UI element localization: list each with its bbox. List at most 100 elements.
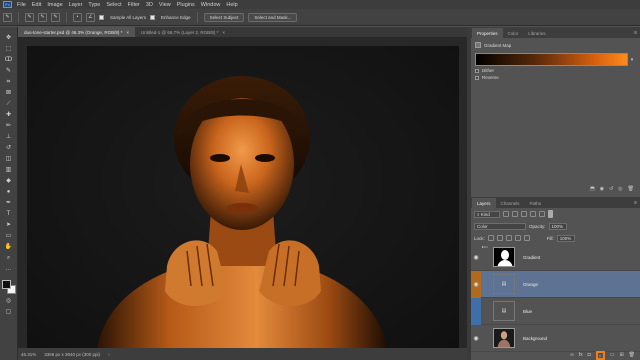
reverse-checkbox[interactable] [475,75,479,80]
zoom-tool-icon[interactable]: ⌕ [4,254,13,262]
frame-tool-icon[interactable]: ⊠ [4,89,13,97]
reverse-option[interactable]: Reverse [471,73,640,80]
lock-pixels-icon[interactable] [487,235,494,241]
sample-all-layers-checkbox[interactable] [99,14,104,20]
menu-image[interactable]: Image [47,2,62,8]
marquee-tool-icon[interactable]: ⬚ [4,45,13,53]
lock-image-icon[interactable] [496,235,503,241]
brush-size-icon[interactable]: • [73,12,82,22]
menu-filter[interactable]: Filter [128,2,140,8]
gradient-picker[interactable]: ▾ [475,53,636,66]
lock-artboard-icon[interactable] [514,235,521,241]
tab-layers[interactable]: Layers [472,198,496,208]
menu-view[interactable]: View [159,2,171,8]
brush-tool-icon[interactable]: ✏ [4,122,13,130]
menu-edit[interactable]: Edit [32,2,41,8]
menu-file[interactable]: File [17,2,26,8]
new-adjustment-layer-icon[interactable]: ◐ [595,350,605,360]
folder-icon[interactable]: ▸▭ [482,244,488,249]
smart-object-filter-icon[interactable] [539,211,545,217]
blur-tool-icon[interactable]: ◆ [4,177,13,185]
chevron-down-icon[interactable]: ▾ [628,57,636,63]
dodge-tool-icon[interactable]: ● [4,188,13,196]
filter-toggle[interactable] [548,210,553,218]
adjustment-layer-thumbnail[interactable]: ▤ [493,274,515,294]
dither-checkbox[interactable] [475,68,479,73]
path-selection-icon[interactable]: ➤ [4,221,13,229]
hand-tool-icon[interactable]: ✋ [4,243,13,251]
status-arrow-icon[interactable]: › [108,352,110,357]
layer-mask-thumbnail[interactable] [493,247,515,267]
brush-angle-icon[interactable]: ∠ [86,12,95,22]
quick-mask-icon[interactable]: ◎ [4,297,13,305]
add-to-selection-icon[interactable]: ✎ [38,12,47,22]
eyedropper-tool-icon[interactable]: ⟋ [4,100,13,108]
layer-background[interactable]: ◉ Background [471,325,640,352]
layer-style-icon[interactable]: fx [579,352,583,358]
tab-paths[interactable]: Paths [525,198,547,208]
new-selection-icon[interactable]: ✎ [25,12,34,22]
eye-icon[interactable] [471,297,481,325]
lock-position-icon[interactable] [505,235,512,241]
menu-type[interactable]: Type [88,2,100,8]
subtract-selection-icon[interactable]: ✎ [51,12,60,22]
shape-filter-icon[interactable] [530,211,536,217]
menu-3d[interactable]: 3D [146,2,153,8]
close-tab-icon[interactable]: × [222,30,225,35]
layer-orange[interactable]: ◉ ▤ Orange [471,270,640,298]
type-filter-icon[interactable] [521,211,527,217]
panel-menu-icon[interactable]: ≡ [634,28,637,38]
select-and-mask-button[interactable]: Select and Mask... [248,12,298,22]
more-tools-icon[interactable]: … [4,265,13,273]
history-brush-icon[interactable]: ↺ [4,144,13,152]
panel-menu-icon[interactable]: ≡ [634,198,637,208]
layer-name[interactable]: Orange [523,282,538,287]
menu-layer[interactable]: Layer [69,2,83,8]
blend-mode-select[interactable]: Color [474,222,526,230]
menu-select[interactable]: Select [106,2,121,8]
document-tab-untitled[interactable]: Untitled-1 @ 66.7% (Layer 2, RGB/8) * × [135,27,231,37]
color-swatches[interactable] [1,280,16,294]
pixel-filter-icon[interactable] [503,211,509,217]
enhance-edge-checkbox[interactable] [150,14,156,20]
close-tab-icon[interactable]: × [126,30,129,35]
document-canvas-image[interactable] [27,46,459,348]
lock-all-icon[interactable] [523,235,530,241]
quick-selection-tool-icon[interactable]: ✎ [4,67,13,75]
new-layer-icon[interactable]: ⊞ [619,352,623,358]
new-group-icon[interactable]: ▭ [610,352,615,358]
quick-selection-tool-icon[interactable]: ✎ [3,12,12,22]
opacity-input[interactable]: 100% [548,222,567,230]
select-subject-button[interactable]: Select Subject [203,12,245,22]
pen-tool-icon[interactable]: ✒ [4,199,13,207]
type-tool-icon[interactable]: T [4,210,13,218]
layer-gradient[interactable]: ◉ ▸▭ Gradient [471,244,640,271]
adjustment-filter-icon[interactable] [512,211,518,217]
fill-input[interactable]: 100% [556,234,575,242]
menu-plugins[interactable]: Plugins [177,2,195,8]
canvas-area[interactable] [18,37,467,348]
eraser-tool-icon[interactable]: ◫ [4,155,13,163]
gradient-preview[interactable] [475,53,628,66]
tab-channels[interactable]: Channels [496,198,525,208]
shape-tool-icon[interactable]: ▭ [4,232,13,240]
screen-mode-icon[interactable]: ▢ [4,308,13,316]
eye-icon[interactable]: ◉ [471,244,481,271]
foreground-color-swatch[interactable] [1,280,11,289]
move-tool-icon[interactable]: ✥ [4,34,13,42]
view-previous-icon[interactable]: ◉ [600,186,604,192]
tab-color[interactable]: Color [503,28,524,38]
dither-option[interactable]: Dither [471,66,640,73]
visibility-icon[interactable]: ◎ [618,186,622,192]
tab-libraries[interactable]: Libraries [523,28,550,38]
menu-help[interactable]: Help [226,2,237,8]
add-mask-icon[interactable]: ◘ [588,352,591,358]
lasso-tool-icon[interactable]: ↀ [4,56,13,64]
document-tab-duo-tone[interactable]: duo-tone-starter.psd @ 46.3% (Orange, RG… [18,27,136,37]
adjustment-layer-thumbnail[interactable]: ▤ [493,301,515,321]
reset-icon[interactable]: ↺ [609,186,613,192]
tab-properties[interactable]: Properties [472,28,503,38]
gradient-tool-icon[interactable]: ▥ [4,166,13,174]
crop-tool-icon[interactable]: ⌗ [4,78,13,86]
zoom-level[interactable]: 46.31% [21,352,36,357]
